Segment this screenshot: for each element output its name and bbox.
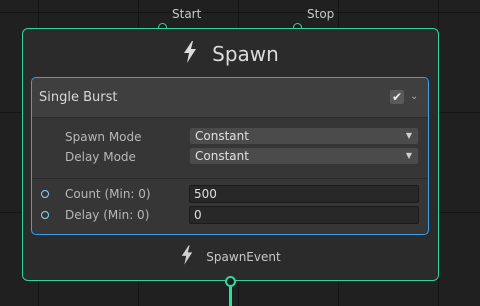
block-header[interactable]: Single Burst ✔ ⌄ [32, 78, 428, 118]
dropdown-arrow-icon: ▼ [405, 131, 412, 140]
spawn-event-label: SpawnEvent [206, 250, 281, 264]
output-flow-port[interactable] [225, 276, 236, 287]
output-flow-edge[interactable] [229, 286, 232, 306]
delay-mode-value: Constant [195, 149, 249, 163]
delay-input-port[interactable] [41, 211, 49, 219]
spawn-mode-value: Constant [195, 129, 249, 143]
lightning-bolt-icon [182, 40, 198, 68]
spawn-context-node[interactable]: Spawn Single Burst ✔ ⌄ Spawn Mode Consta… [22, 28, 439, 281]
count-label: Count (Min: 0) [65, 187, 151, 201]
delay-field[interactable]: 0 [189, 206, 419, 224]
delay-mode-label: Delay Mode [65, 150, 136, 164]
delay-label: Delay (Min: 0) [65, 208, 150, 222]
block-title: Single Burst [39, 90, 118, 105]
spawn-mode-label: Spawn Mode [65, 130, 142, 144]
block-enabled-checkbox[interactable]: ✔ [390, 90, 404, 104]
block-separator [32, 178, 428, 179]
delay-mode-dropdown[interactable]: Constant ▼ [190, 148, 418, 164]
spawn-mode-dropdown[interactable]: Constant ▼ [190, 128, 418, 144]
graph-canvas[interactable]: Start Stop Spawn Single Burst ✔ ⌄ Spawn … [0, 0, 480, 306]
stop-flow-label: Stop [307, 7, 335, 21]
count-input-port[interactable] [41, 190, 49, 198]
chevron-down-icon[interactable]: ⌄ [410, 91, 418, 102]
context-header: Spawn [23, 37, 438, 71]
single-burst-block[interactable]: Single Burst ✔ ⌄ Spawn Mode Constant ▼ D… [31, 77, 429, 235]
dropdown-arrow-icon: ▼ [405, 151, 412, 160]
lightning-bolt-icon [180, 244, 194, 270]
start-flow-label: Start [172, 7, 202, 21]
context-title: Spawn [212, 42, 279, 66]
count-field[interactable]: 500 [189, 185, 419, 203]
spawn-event-row: SpawnEvent [23, 243, 438, 271]
